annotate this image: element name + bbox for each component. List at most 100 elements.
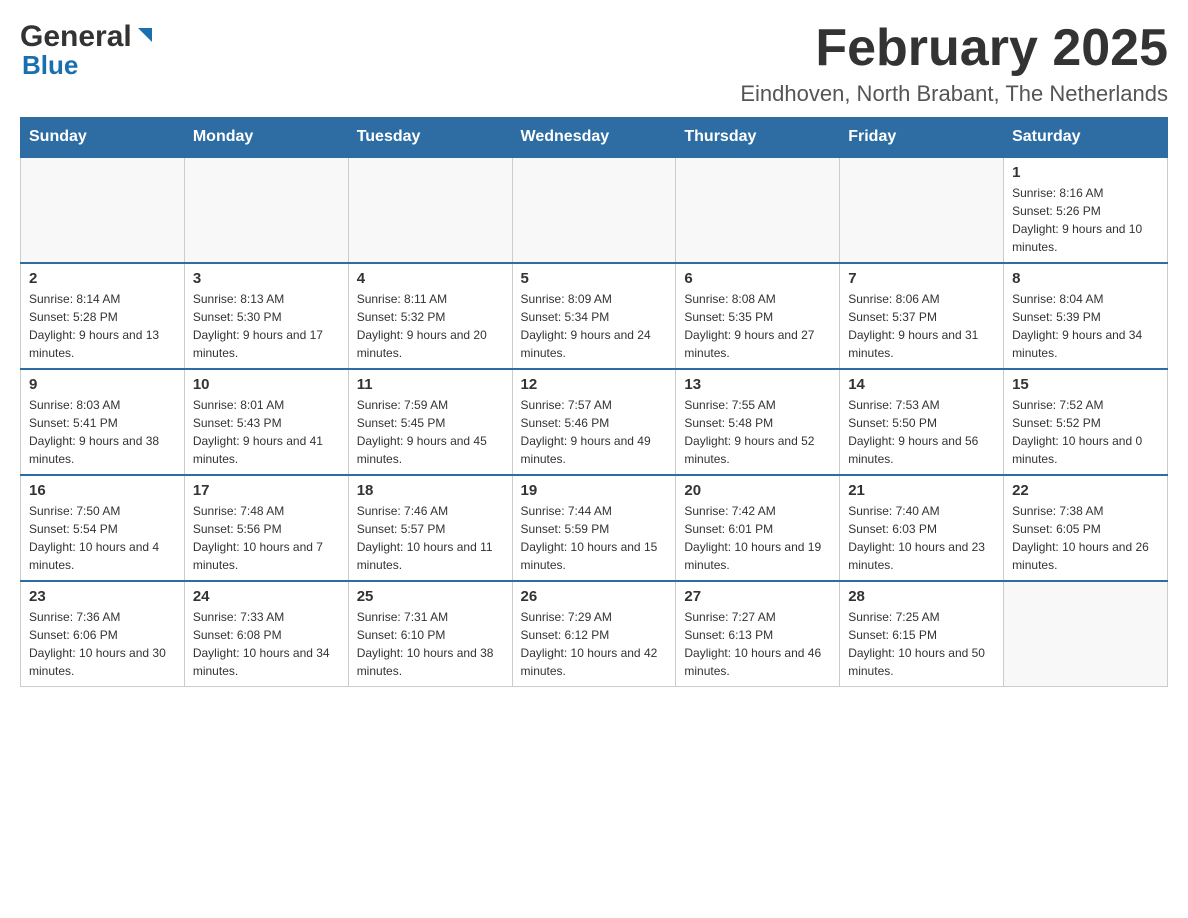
day-number: 21 bbox=[848, 482, 995, 499]
day-info: Sunrise: 7:55 AM Sunset: 5:48 PM Dayligh… bbox=[684, 396, 831, 468]
calendar-week-row: 1 Sunrise: 8:16 AM Sunset: 5:26 PM Daylig… bbox=[21, 157, 1168, 263]
day-number: 11 bbox=[357, 376, 504, 393]
col-header-saturday: Saturday bbox=[1004, 118, 1168, 158]
day-info: Sunrise: 7:27 AM Sunset: 6:13 PM Dayligh… bbox=[684, 608, 831, 680]
day-info: Sunrise: 8:11 AM Sunset: 5:32 PM Dayligh… bbox=[357, 290, 504, 362]
day-number: 8 bbox=[1012, 270, 1159, 287]
day-number: 25 bbox=[357, 588, 504, 605]
calendar-day-cell: 2 Sunrise: 8:14 AM Sunset: 5:28 PM Daylig… bbox=[21, 263, 185, 369]
calendar-day-cell: 14 Sunrise: 7:53 AM Sunset: 5:50 PM Dayli… bbox=[840, 369, 1004, 475]
calendar-day-cell: 22 Sunrise: 7:38 AM Sunset: 6:05 PM Dayli… bbox=[1004, 475, 1168, 581]
calendar-day-cell: 27Sunrise: 7:27 AM Sunset: 6:13 PM Dayli… bbox=[676, 581, 840, 687]
calendar-day-cell: 23 Sunrise: 7:36 AM Sunset: 6:06 PM Dayli… bbox=[21, 581, 185, 687]
calendar-day-cell bbox=[21, 157, 185, 263]
calendar-week-row: 23 Sunrise: 7:36 AM Sunset: 6:06 PM Dayli… bbox=[21, 581, 1168, 687]
day-number: 7 bbox=[848, 270, 995, 287]
calendar-day-cell: 12Sunrise: 7:57 AM Sunset: 5:46 PM Dayli… bbox=[512, 369, 676, 475]
day-info: Sunrise: 7:46 AM Sunset: 5:57 PM Dayligh… bbox=[357, 502, 504, 574]
day-number: 10 bbox=[193, 376, 340, 393]
calendar-day-cell bbox=[840, 157, 1004, 263]
calendar-day-cell: 20 Sunrise: 7:42 AM Sunset: 6:01 PM Dayli… bbox=[676, 475, 840, 581]
day-number: 6 bbox=[684, 270, 831, 287]
day-number: 14 bbox=[848, 376, 995, 393]
day-info: Sunrise: 8:01 AM Sunset: 5:43 PM Dayligh… bbox=[193, 396, 340, 468]
day-info: Sunrise: 8:16 AM Sunset: 5:26 PM Dayligh… bbox=[1012, 184, 1159, 256]
calendar-day-cell: 8 Sunrise: 8:04 AM Sunset: 5:39 PM Daylig… bbox=[1004, 263, 1168, 369]
calendar-day-cell: 19 Sunrise: 7:44 AM Sunset: 5:59 PM Dayli… bbox=[512, 475, 676, 581]
calendar-day-cell: 25 Sunrise: 7:31 AM Sunset: 6:10 PM Dayli… bbox=[348, 581, 512, 687]
calendar-day-cell: 7 Sunrise: 8:06 AM Sunset: 5:37 PM Daylig… bbox=[840, 263, 1004, 369]
day-info: Sunrise: 7:29 AM Sunset: 6:12 PM Dayligh… bbox=[521, 608, 668, 680]
day-info: Sunrise: 8:04 AM Sunset: 5:39 PM Dayligh… bbox=[1012, 290, 1159, 362]
calendar-day-cell: 11Sunrise: 7:59 AM Sunset: 5:45 PM Dayli… bbox=[348, 369, 512, 475]
day-info: Sunrise: 7:42 AM Sunset: 6:01 PM Dayligh… bbox=[684, 502, 831, 574]
day-info: Sunrise: 7:53 AM Sunset: 5:50 PM Dayligh… bbox=[848, 396, 995, 468]
calendar-table: SundayMondayTuesdayWednesdayThursdayFrid… bbox=[20, 117, 1168, 687]
month-title: February 2025 bbox=[740, 20, 1168, 77]
day-number: 20 bbox=[684, 482, 831, 499]
calendar-day-cell: 1 Sunrise: 8:16 AM Sunset: 5:26 PM Daylig… bbox=[1004, 157, 1168, 263]
col-header-tuesday: Tuesday bbox=[348, 118, 512, 158]
calendar-day-cell: 5Sunrise: 8:09 AM Sunset: 5:34 PM Daylig… bbox=[512, 263, 676, 369]
calendar-day-cell: 18Sunrise: 7:46 AM Sunset: 5:57 PM Dayli… bbox=[348, 475, 512, 581]
calendar-day-cell: 28Sunrise: 7:25 AM Sunset: 6:15 PM Dayli… bbox=[840, 581, 1004, 687]
day-number: 4 bbox=[357, 270, 504, 287]
day-info: Sunrise: 7:40 AM Sunset: 6:03 PM Dayligh… bbox=[848, 502, 995, 574]
day-number: 16 bbox=[29, 482, 176, 499]
day-number: 28 bbox=[848, 588, 995, 605]
calendar-day-cell bbox=[1004, 581, 1168, 687]
logo: General bbox=[20, 20, 156, 54]
calendar-day-cell: 13 Sunrise: 7:55 AM Sunset: 5:48 PM Dayli… bbox=[676, 369, 840, 475]
calendar-day-cell bbox=[512, 157, 676, 263]
logo-blue-text: Blue bbox=[20, 50, 78, 81]
col-header-friday: Friday bbox=[840, 118, 1004, 158]
calendar-day-cell bbox=[348, 157, 512, 263]
day-info: Sunrise: 7:50 AM Sunset: 5:54 PM Dayligh… bbox=[29, 502, 176, 574]
day-number: 22 bbox=[1012, 482, 1159, 499]
calendar-week-row: 2 Sunrise: 8:14 AM Sunset: 5:28 PM Daylig… bbox=[21, 263, 1168, 369]
col-header-monday: Monday bbox=[184, 118, 348, 158]
calendar-day-cell bbox=[676, 157, 840, 263]
calendar-day-cell: 16 Sunrise: 7:50 AM Sunset: 5:54 PM Dayli… bbox=[21, 475, 185, 581]
day-number: 17 bbox=[193, 482, 340, 499]
day-number: 23 bbox=[29, 588, 176, 605]
calendar-day-cell bbox=[184, 157, 348, 263]
day-number: 13 bbox=[684, 376, 831, 393]
day-info: Sunrise: 8:09 AM Sunset: 5:34 PM Dayligh… bbox=[521, 290, 668, 362]
logo-area: General Blue bbox=[20, 20, 156, 81]
day-info: Sunrise: 8:08 AM Sunset: 5:35 PM Dayligh… bbox=[684, 290, 831, 362]
page-header: General Blue February 2025 Eindhoven, No… bbox=[20, 20, 1168, 107]
day-info: Sunrise: 7:57 AM Sunset: 5:46 PM Dayligh… bbox=[521, 396, 668, 468]
col-header-sunday: Sunday bbox=[21, 118, 185, 158]
day-number: 9 bbox=[29, 376, 176, 393]
day-info: Sunrise: 7:44 AM Sunset: 5:59 PM Dayligh… bbox=[521, 502, 668, 574]
calendar-week-row: 9 Sunrise: 8:03 AM Sunset: 5:41 PM Daylig… bbox=[21, 369, 1168, 475]
day-number: 2 bbox=[29, 270, 176, 287]
day-info: Sunrise: 7:31 AM Sunset: 6:10 PM Dayligh… bbox=[357, 608, 504, 680]
day-info: Sunrise: 7:33 AM Sunset: 6:08 PM Dayligh… bbox=[193, 608, 340, 680]
col-header-wednesday: Wednesday bbox=[512, 118, 676, 158]
logo-arrow-icon bbox=[134, 24, 156, 51]
title-area: February 2025 Eindhoven, North Brabant, … bbox=[740, 20, 1168, 107]
day-number: 26 bbox=[521, 588, 668, 605]
calendar-header-row: SundayMondayTuesdayWednesdayThursdayFrid… bbox=[21, 118, 1168, 158]
day-info: Sunrise: 7:52 AM Sunset: 5:52 PM Dayligh… bbox=[1012, 396, 1159, 468]
calendar-day-cell: 24 Sunrise: 7:33 AM Sunset: 6:08 PM Dayli… bbox=[184, 581, 348, 687]
day-info: Sunrise: 8:13 AM Sunset: 5:30 PM Dayligh… bbox=[193, 290, 340, 362]
logo-general-text: General bbox=[20, 20, 132, 54]
calendar-day-cell: 6 Sunrise: 8:08 AM Sunset: 5:35 PM Daylig… bbox=[676, 263, 840, 369]
calendar-day-cell: 4 Sunrise: 8:11 AM Sunset: 5:32 PM Daylig… bbox=[348, 263, 512, 369]
calendar-day-cell: 21 Sunrise: 7:40 AM Sunset: 6:03 PM Dayli… bbox=[840, 475, 1004, 581]
day-info: Sunrise: 8:06 AM Sunset: 5:37 PM Dayligh… bbox=[848, 290, 995, 362]
day-number: 1 bbox=[1012, 164, 1159, 181]
day-info: Sunrise: 8:14 AM Sunset: 5:28 PM Dayligh… bbox=[29, 290, 176, 362]
day-info: Sunrise: 8:03 AM Sunset: 5:41 PM Dayligh… bbox=[29, 396, 176, 468]
day-info: Sunrise: 7:36 AM Sunset: 6:06 PM Dayligh… bbox=[29, 608, 176, 680]
calendar-day-cell: 15 Sunrise: 7:52 AM Sunset: 5:52 PM Dayli… bbox=[1004, 369, 1168, 475]
day-number: 19 bbox=[521, 482, 668, 499]
day-number: 15 bbox=[1012, 376, 1159, 393]
day-info: Sunrise: 7:38 AM Sunset: 6:05 PM Dayligh… bbox=[1012, 502, 1159, 574]
calendar-day-cell: 17Sunrise: 7:48 AM Sunset: 5:56 PM Dayli… bbox=[184, 475, 348, 581]
day-number: 3 bbox=[193, 270, 340, 287]
day-number: 24 bbox=[193, 588, 340, 605]
